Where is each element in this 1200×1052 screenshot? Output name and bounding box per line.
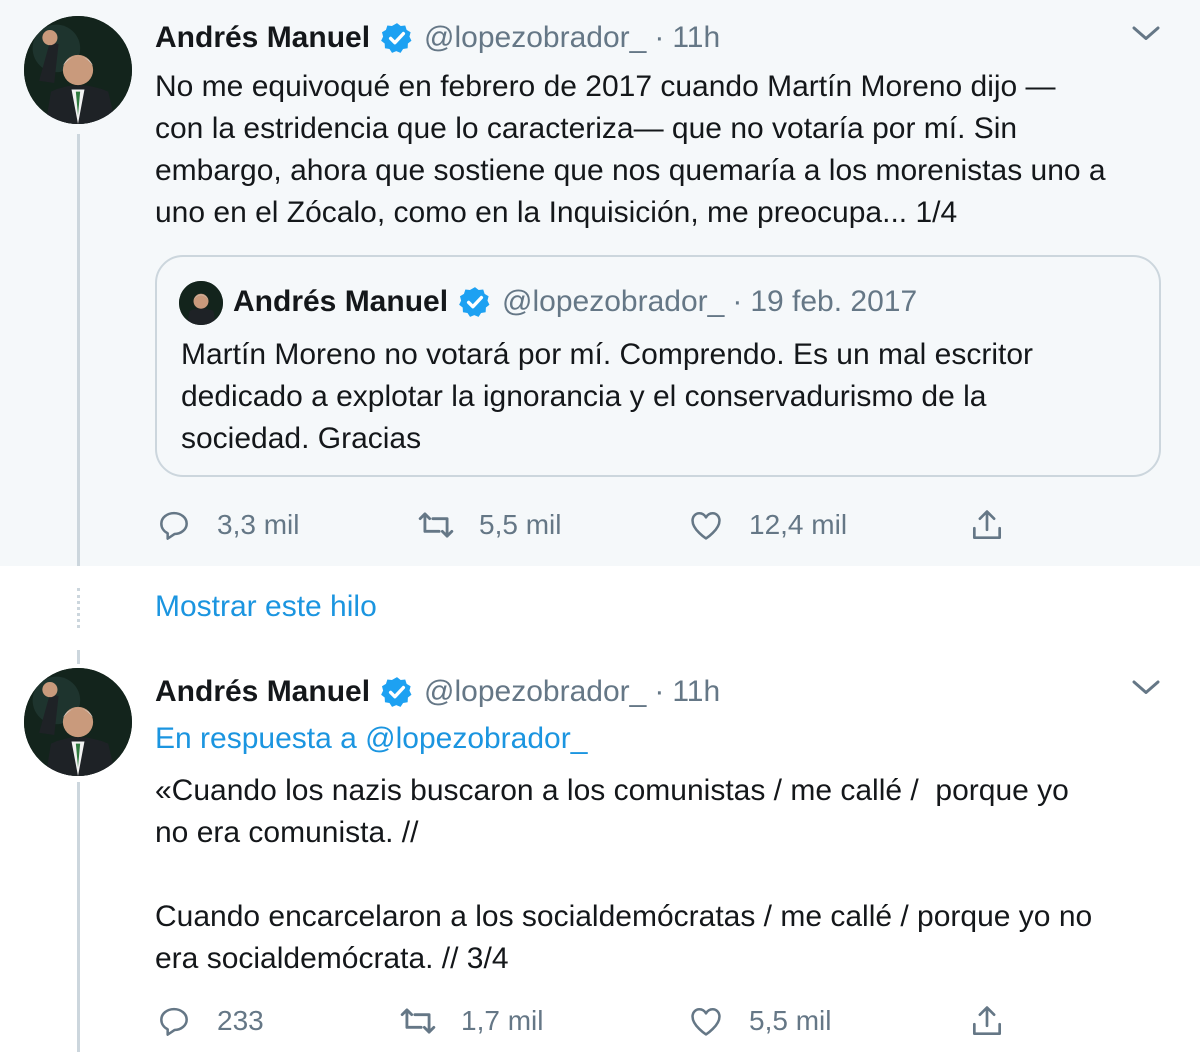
separator-dot: ·	[732, 285, 743, 318]
action-bar: 233 1,7 mil 5,5 mil	[155, 999, 1035, 1043]
thread-line	[77, 782, 80, 1052]
quoted-header: Andrés Manuel @lopezobrador_ · 19 feb. 2…	[233, 282, 917, 322]
quoted-timestamp: 19 feb. 2017	[750, 285, 918, 318]
author-name[interactable]: Andrés Manuel	[155, 675, 370, 709]
share-icon	[972, 510, 1002, 540]
author-handle[interactable]: @lopezobrador_	[424, 21, 646, 55]
thread-line	[77, 134, 80, 566]
retweet-count: 1,7 mil	[461, 1005, 544, 1036]
like-icon	[691, 1008, 721, 1036]
verified-badge-icon	[459, 287, 490, 317]
retweet-count: 5,5 mil	[479, 509, 562, 540]
tweet[interactable]: Andrés Manuel @lopezobrador_ · 11h No me…	[0, 0, 1200, 566]
like-count: 5,5 mil	[749, 1005, 832, 1036]
chevron-down-icon[interactable]	[1128, 670, 1164, 706]
avatar-image	[24, 16, 132, 124]
avatar[interactable]	[24, 668, 132, 776]
reply-icon	[160, 511, 188, 540]
verified-badge-icon	[381, 23, 412, 53]
avatar[interactable]	[24, 16, 132, 124]
reply-prefix: En respuesta a	[155, 722, 366, 755]
retweet-icon	[418, 512, 454, 538]
timestamp[interactable]: 11h	[672, 675, 720, 709]
tweet-header: Andrés Manuel @lopezobrador_ · 11h	[155, 672, 720, 712]
quoted-author-handle: @lopezobrador_	[502, 285, 725, 318]
author-name[interactable]: Andrés Manuel	[155, 21, 370, 55]
share-button[interactable]	[968, 503, 1006, 547]
retweet-icon	[400, 1008, 436, 1034]
reply-icon	[160, 1007, 188, 1036]
action-bar: 3,3 mil 5,5 mil 12,4 mil	[155, 503, 1035, 547]
thread-gap-dots	[77, 588, 80, 628]
like-button[interactable]: 12,4 mil	[687, 503, 847, 547]
show-thread-link[interactable]: Mostrar este hilo	[155, 590, 377, 624]
like-button[interactable]: 5,5 mil	[687, 999, 831, 1043]
reply-handle-link[interactable]: @lopezobrador_	[365, 722, 587, 755]
tweet-text: «Cuando los nazis buscaron a los comunis…	[155, 774, 1093, 975]
like-count: 12,4 mil	[749, 509, 848, 540]
like-icon	[691, 512, 721, 540]
quoted-tweet[interactable]: Andrés Manuel @lopezobrador_ · 19 feb. 2…	[155, 255, 1161, 477]
quoted-author-name: Andrés Manuel	[233, 285, 449, 318]
timestamp[interactable]: 11h	[672, 21, 720, 55]
separator-dot: ·	[654, 21, 665, 54]
avatar-image	[24, 668, 132, 776]
author-handle[interactable]: @lopezobrador_	[424, 675, 646, 709]
tweet[interactable]: Andrés Manuel @lopezobrador_ · 11h En re…	[0, 650, 1200, 1052]
tweet-text: No me equivoqué en febrero de 2017 cuand…	[155, 70, 1106, 229]
quoted-avatar-image	[179, 281, 223, 325]
reply-context: En respuesta a @lopezobrador_	[155, 722, 587, 756]
quoted-text: Martín Moreno no votará por mí. Comprend…	[181, 338, 1034, 455]
retweet-button[interactable]: 1,7 mil	[399, 999, 543, 1043]
tweet-header: Andrés Manuel @lopezobrador_ · 11h	[155, 18, 720, 58]
retweet-button[interactable]: 5,5 mil	[417, 503, 561, 547]
chevron-down-icon[interactable]	[1128, 16, 1164, 52]
share-icon	[972, 1006, 1002, 1036]
verified-badge-icon	[381, 677, 412, 707]
reply-button[interactable]: 233	[155, 999, 264, 1043]
separator-dot: ·	[654, 675, 665, 708]
reply-count: 233	[217, 1005, 264, 1036]
reply-button[interactable]: 3,3 mil	[155, 503, 299, 547]
thread-line	[77, 650, 80, 664]
reply-count: 3,3 mil	[217, 509, 300, 540]
quoted-avatar	[179, 281, 223, 325]
share-button[interactable]	[968, 999, 1006, 1043]
